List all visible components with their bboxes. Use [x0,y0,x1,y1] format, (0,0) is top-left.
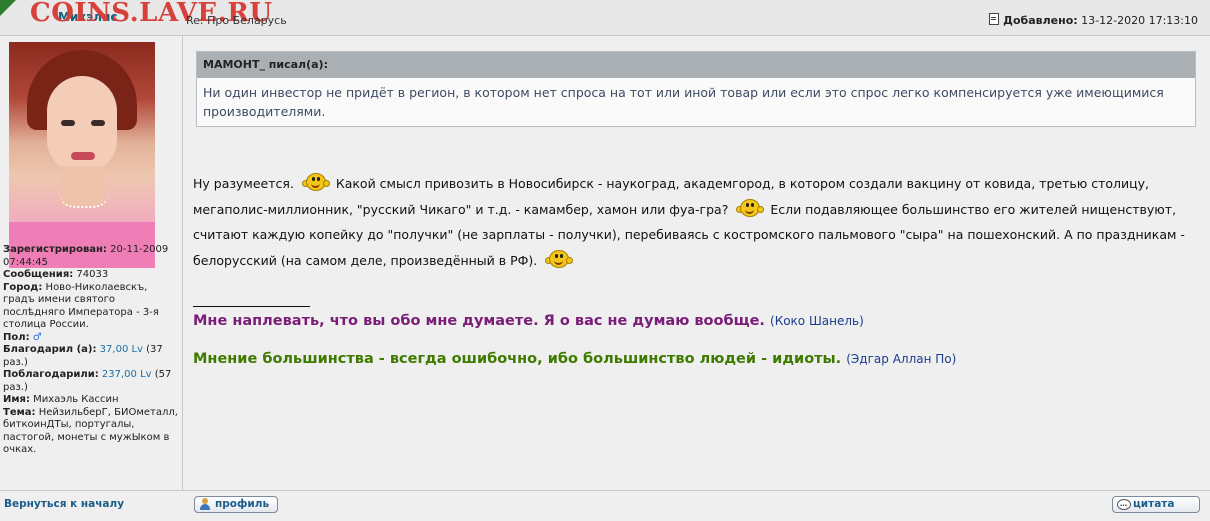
smiley-icon [545,247,574,269]
name-value: Михаэль Кассин [33,394,119,405]
quote-header: МАМОНТ_ писал(а): [197,52,1195,78]
back-to-top-link[interactable]: Вернуться к началу [4,498,124,510]
added-value: 13-12-2020 17:13:10 [1081,14,1198,27]
signature-attribution-2: (Эдгар Аллан По) [846,352,957,366]
signature-quote-1: Мне наплевать, что вы обо мне думаете. Я… [193,313,864,329]
footer-divider [0,490,1210,491]
document-icon[interactable] [989,13,1000,25]
post-subject: Re: Про Беларусь [186,14,287,27]
quote-button[interactable]: … цитата [1112,496,1200,513]
author-profile: Зарегистрирован: 20-11-2009 07:44:45 Соо… [3,244,179,457]
messages-value: 74033 [76,269,109,280]
thanked-value[interactable]: 37,00 Lv [100,344,143,355]
post-text-1: Ну разумеется. [193,176,294,191]
thanked-label: Благодарил (а): [3,344,97,355]
city-label: Город: [3,281,43,293]
signature-attribution-1: (Коко Шанель) [770,314,864,328]
signature-text-2: Мнение большинства - всегда ошибочно, иб… [193,351,842,367]
quote-block: МАМОНТ_ писал(а): Ни один инвестор не пр… [196,51,1196,127]
name-label: Имя: [3,394,30,405]
person-icon [199,498,211,510]
gender-label: Пол: [3,331,30,343]
messages-label: Сообщения: [3,269,74,280]
quote-button-label: цитата [1133,498,1175,510]
registered-label: Зарегистрирован: [3,244,107,255]
post-text: Ну разумеется. Какой смысл привозить в Н… [193,170,1203,273]
signature-quote-2: Мнение большинства - всегда ошибочно, иб… [193,351,956,367]
post-date: Добавлено: 13-12-2020 17:13:10 [989,13,1198,27]
smiley-icon [301,170,330,192]
male-symbol-icon: ♂ [32,331,42,343]
thanked-by-label: Поблагодарили: [3,369,99,380]
profile-button[interactable]: профиль [194,496,278,513]
added-label: Добавлено: [1003,14,1078,27]
corner-marker [0,0,16,16]
forum-post: Михэлис COINS.LAVE.RU Re: Про Беларусь Д… [0,0,1210,521]
post-body: МАМОНТ_ писал(а): Ни один инвестор не пр… [183,36,1210,490]
post-header: Михэлис COINS.LAVE.RU Re: Про Беларусь Д… [0,0,1210,36]
thanked-by-value[interactable]: 237,00 Lv [102,369,152,380]
signature-text-1: Мне наплевать, что вы обо мне думаете. Я… [193,313,765,329]
profile-button-label: профиль [215,498,270,510]
speech-bubble-icon: … [1117,498,1131,510]
topic-label: Тема: [3,406,36,418]
signature-divider [193,306,310,307]
smiley-icon [736,196,765,218]
quote-text: Ни один инвестор не придёт в регион, в к… [203,85,1164,119]
avatar [9,42,155,268]
